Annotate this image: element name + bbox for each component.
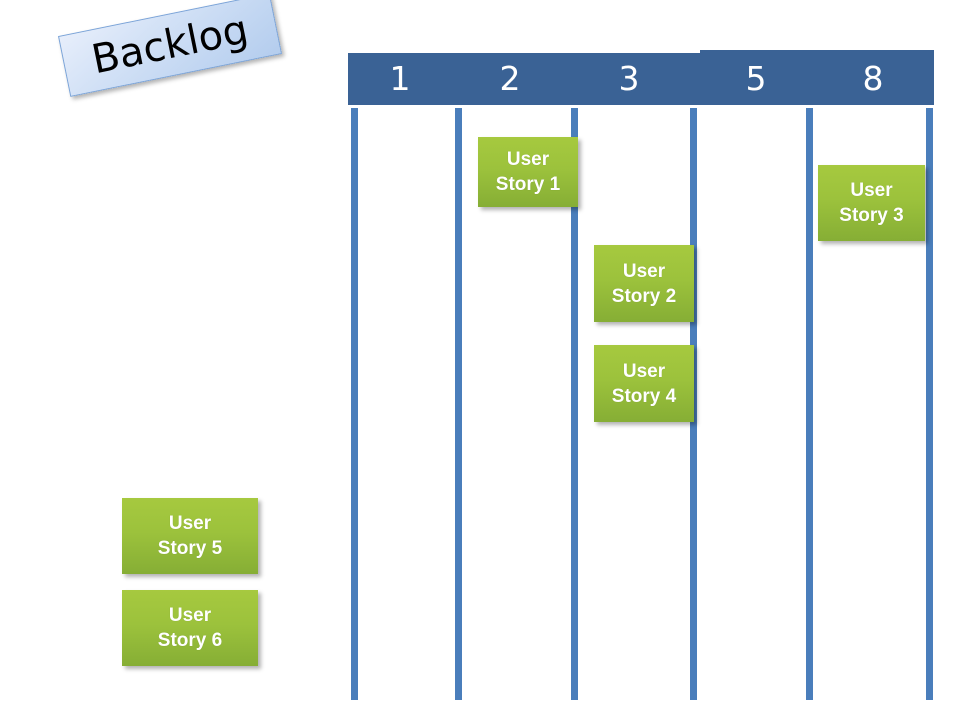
story-card-line1: User [622, 360, 666, 382]
story-card-line2: Story 1 [495, 174, 561, 195]
story-card-line1: User [622, 260, 666, 282]
story-card[interactable]: User Story 5 [122, 498, 258, 574]
column-header-8[interactable]: 8 [812, 53, 934, 105]
story-card[interactable]: User Story 4 [594, 345, 694, 422]
story-card-line2: Story 2 [611, 285, 677, 307]
column-header-5[interactable]: 5 [700, 53, 812, 105]
story-card-line2: Story 5 [157, 538, 223, 559]
story-card-line1: User [506, 149, 550, 170]
column-header-3[interactable]: 3 [568, 53, 690, 105]
column-header-1[interactable]: 1 [348, 53, 452, 105]
story-card[interactable]: User Story 2 [594, 245, 694, 322]
column-divider [455, 108, 462, 700]
column-divider [351, 108, 358, 700]
story-card-line1: User [168, 513, 212, 534]
column-divider [806, 108, 813, 700]
story-card[interactable]: User Story 6 [122, 590, 258, 666]
board-canvas: Backlog 1 2 3 5 8 User Story 1 User Stor… [0, 0, 960, 720]
story-card-line1: User [850, 180, 893, 201]
backlog-label-text: Backlog [87, 6, 253, 84]
column-header-2[interactable]: 2 [452, 53, 568, 105]
story-card-line2: Story 4 [611, 385, 677, 407]
story-card-line1: User [168, 605, 212, 626]
backlog-label[interactable]: Backlog [57, 0, 283, 97]
story-card[interactable]: User Story 3 [818, 165, 925, 241]
story-card-line2: Story 3 [839, 205, 904, 226]
story-card[interactable]: User Story 1 [478, 137, 578, 207]
story-card-line2: Story 6 [157, 630, 223, 651]
column-divider [926, 108, 933, 700]
